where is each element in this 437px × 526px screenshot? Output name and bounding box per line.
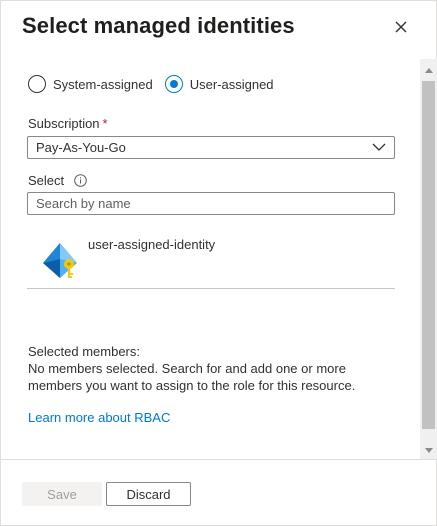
list-item[interactable]: user-assigned-identity: [27, 229, 395, 289]
select-label-text: Select: [28, 173, 65, 188]
save-button[interactable]: Save: [22, 482, 102, 506]
radio-circle-system-assigned[interactable]: [28, 75, 46, 93]
scrollbar-thumb[interactable]: [422, 81, 435, 429]
subscription-dropdown[interactable]: Pay-As-You-Go: [27, 136, 395, 159]
panel-content: System-assigned User-assigned Subscripti…: [1, 59, 421, 459]
close-icon: [395, 21, 407, 33]
identity-type-radio-group: System-assigned User-assigned: [28, 75, 286, 93]
radio-label-user-assigned: User-assigned: [189, 76, 274, 92]
selected-members-section: Selected members: No members selected. S…: [28, 343, 398, 394]
learn-more-rbac-link[interactable]: Learn more about RBAC: [28, 410, 170, 425]
managed-identities-panel: Select managed identities System-assigne…: [0, 0, 437, 526]
radio-user-assigned[interactable]: User-assigned: [164, 75, 274, 93]
subscription-label: Subscription *: [28, 116, 108, 131]
scroll-up-arrow-icon[interactable]: [425, 68, 433, 73]
radio-label-system-assigned: System-assigned: [53, 76, 153, 92]
scrollbar[interactable]: [420, 59, 437, 459]
scroll-down-arrow-icon[interactable]: [425, 448, 433, 453]
radio-circle-user-assigned[interactable]: [164, 75, 183, 93]
select-label: Select: [28, 173, 87, 188]
selected-members-heading: Selected members:: [28, 344, 140, 359]
search-input[interactable]: [27, 192, 395, 215]
required-mark: *: [102, 116, 108, 131]
managed-identity-icon: [43, 243, 77, 278]
chevron-down-icon: [372, 143, 386, 151]
footer-divider: [1, 459, 437, 460]
subscription-dropdown-value: Pay-As-You-Go: [36, 140, 126, 155]
subscription-label-text: Subscription: [28, 116, 100, 131]
discard-button[interactable]: Discard: [106, 482, 191, 506]
identity-name: user-assigned-identity: [88, 237, 216, 252]
selected-members-message: No members selected. Search for and add …: [28, 361, 356, 393]
panel-title: Select managed identities: [22, 13, 295, 38]
info-icon[interactable]: [73, 174, 87, 187]
close-button[interactable]: [389, 15, 413, 39]
radio-system-assigned[interactable]: System-assigned: [28, 75, 153, 93]
